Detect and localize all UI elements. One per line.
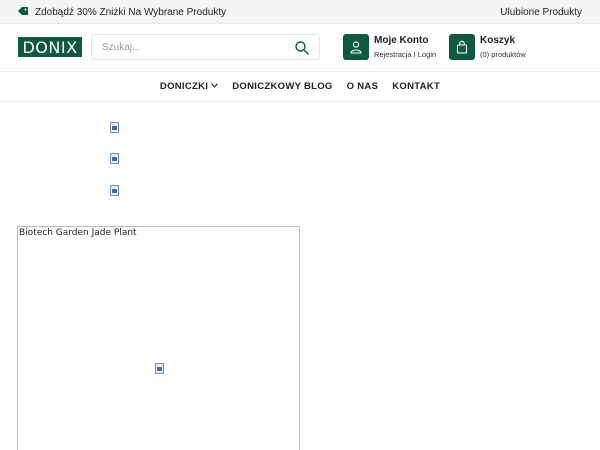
broken-image-icon <box>154 363 166 375</box>
account-title: Moje Konto <box>374 34 429 46</box>
search-icon[interactable] <box>294 40 310 56</box>
cart-button[interactable]: Koszyk (0) produktów <box>449 34 526 60</box>
top-bar: Zdobądź 30% Zniżki Na Wybrane Produkty U… <box>0 0 600 24</box>
site-header: DONIX Moje Konto Rejestracja I Login Kos… <box>0 24 600 71</box>
search-bar <box>91 34 320 60</box>
nav-item-kontakt[interactable]: KONTAKT <box>392 81 440 92</box>
tag-icon <box>17 6 29 19</box>
broken-image-icon <box>109 153 121 165</box>
shopping-bag-icon <box>449 34 475 60</box>
logo[interactable]: DONIX <box>18 37 82 57</box>
account-button[interactable]: Moje Konto Rejestracja I Login <box>343 34 436 60</box>
nav-item-blog[interactable]: DONICZKOWY BLOG <box>232 81 332 92</box>
favorites-link[interactable]: Ulubione Produkty <box>500 0 582 24</box>
cart-count: (0) produktów <box>480 49 526 59</box>
main-navigation: DONICZKI DONICZKOWY BLOG O NAS KONTAKT <box>0 71 600 102</box>
account-subtitle[interactable]: Rejestracja I Login <box>374 49 436 60</box>
promo-text: Zdobądź 30% Zniżki Na Wybrane Produkty <box>35 6 227 18</box>
user-icon <box>343 34 369 60</box>
nav-item-doniczki[interactable]: DONICZKI <box>159 81 219 92</box>
nav-item-o-nas[interactable]: O NAS <box>347 81 379 92</box>
search-input[interactable] <box>102 35 287 59</box>
nav-item-label: DONICZKI <box>159 81 209 92</box>
cart-title: Koszyk <box>480 34 516 46</box>
product-name[interactable]: Biotech Garden Jade Plant <box>19 228 137 238</box>
broken-image-icon <box>109 122 121 134</box>
promo-banner: Zdobądź 30% Zniżki Na Wybrane Produkty <box>17 0 226 24</box>
product-card[interactable]: Biotech Garden Jade Plant <box>17 226 300 450</box>
broken-image-icon <box>109 185 121 197</box>
chevron-down-icon <box>211 83 219 90</box>
